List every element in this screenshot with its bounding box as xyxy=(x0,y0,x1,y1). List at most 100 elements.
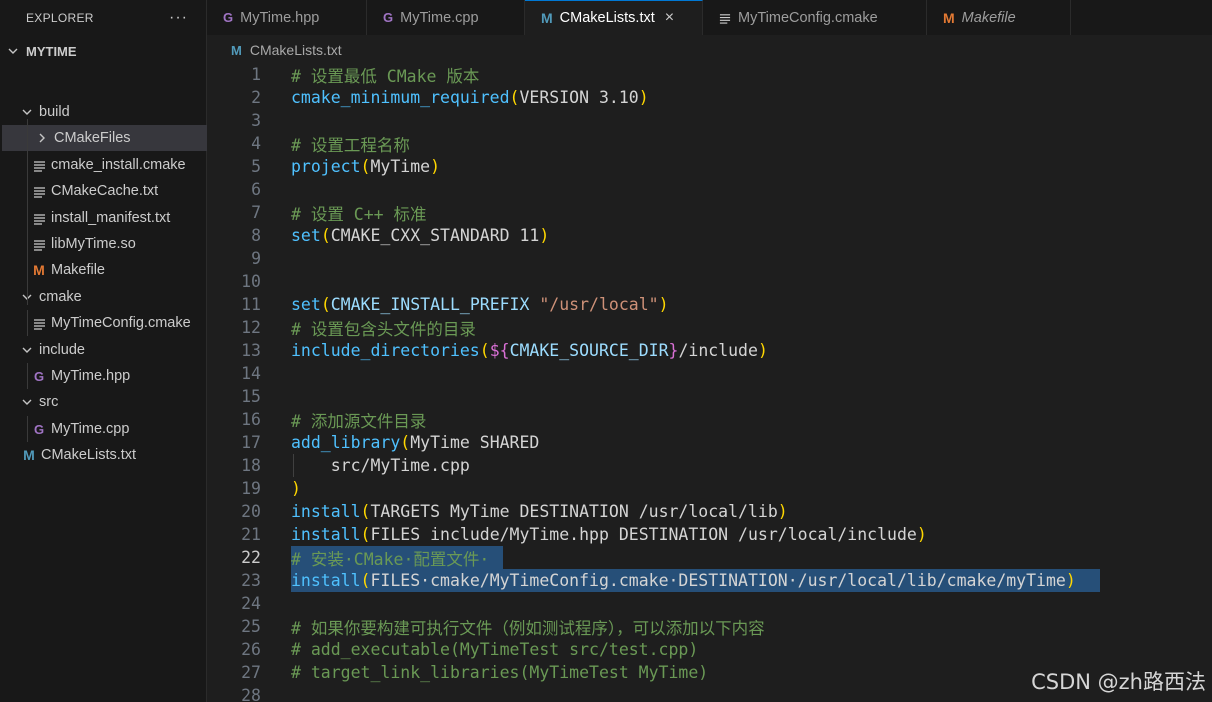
code-text: src/MyTime.cpp xyxy=(291,456,470,475)
code-line[interactable]: 26 # add_executable(MyTimeTest src/test.c… xyxy=(207,638,1212,661)
tree-item-label: build xyxy=(39,104,70,120)
tree-item-src[interactable]: src xyxy=(0,389,207,415)
code-text: install(TARGETS MyTime DESTINATION /usr/… xyxy=(291,502,788,521)
code-line[interactable]: 21 install(FILES include/MyTime.hpp DESTI… xyxy=(207,523,1212,546)
code-text: project(MyTime) xyxy=(291,157,440,176)
line-number: 2 xyxy=(251,88,261,107)
code-line[interactable]: 24 xyxy=(207,592,1212,615)
chevron-right-icon xyxy=(35,132,49,144)
chevron-down-icon xyxy=(20,106,34,118)
tree-item-cmake-install-cmake[interactable]: cmake_install.cmake xyxy=(0,152,207,178)
code-token: install xyxy=(291,502,361,521)
code-token: ${ xyxy=(489,341,510,360)
tree-item-cmake[interactable]: cmake xyxy=(0,284,207,310)
chevron-down-icon xyxy=(20,344,34,356)
tree-item-mytime-cpp[interactable]: G MyTime.cpp xyxy=(0,416,207,442)
code-line[interactable]: 12 # 设置包含头文件的目录 xyxy=(207,316,1212,339)
tree-item-makefile[interactable]: M Makefile xyxy=(0,257,207,283)
code-text: # 添加源文件目录 xyxy=(291,408,426,432)
code-line[interactable]: 1 # 设置最低 CMake 版本 xyxy=(207,63,1212,86)
code-line[interactable]: 2 cmake_minimum_required(VERSION 3.10) xyxy=(207,86,1212,109)
explorer-title: EXPLORER xyxy=(26,10,94,25)
code-line[interactable]: 13 include_directories(${CMAKE_SOURCE_DIR… xyxy=(207,339,1212,362)
code-token: "/usr/local" xyxy=(539,295,659,314)
code-line[interactable]: 5 project(MyTime) xyxy=(207,155,1212,178)
cpp-file-icon: G xyxy=(223,10,234,25)
code-line[interactable]: 4 # 设置工程名称 xyxy=(207,132,1212,155)
code-text: set(CMAKE_INSTALL_PREFIX "/usr/local") xyxy=(291,295,669,314)
code-token: # target_link_libraries(MyTimeTest MyTim… xyxy=(291,663,709,682)
line-number: 9 xyxy=(251,249,261,268)
tree-item-build[interactable]: build xyxy=(0,99,207,125)
code-line[interactable]: 10 xyxy=(207,270,1212,293)
tab-mytime-cpp[interactable]: G MyTime.cpp xyxy=(367,0,525,35)
indent-guide xyxy=(27,363,28,389)
close-icon[interactable]: × xyxy=(665,9,674,27)
cpp-file-icon: G xyxy=(33,421,45,437)
tree-root-mytime[interactable]: MYTIME xyxy=(0,38,207,64)
tree-item-libmytime-so[interactable]: libMyTime.so xyxy=(0,231,207,257)
code-line[interactable]: 6 xyxy=(207,178,1212,201)
code-text: include_directories(${CMAKE_SOURCE_DIR}/… xyxy=(291,341,768,360)
cmake-file-icon: M xyxy=(231,42,242,58)
cpp-file-icon: G xyxy=(383,10,394,25)
code-text: # 设置最低 CMake 版本 xyxy=(291,63,479,87)
line-number: 4 xyxy=(251,134,261,153)
code-line[interactable]: 17 add_library(MyTime SHARED xyxy=(207,431,1212,454)
file-lines-icon xyxy=(30,185,48,198)
code-line[interactable]: 18 src/MyTime.cpp xyxy=(207,454,1212,477)
code-text: install(FILES·cmake/MyTimeConfig.cmake·D… xyxy=(291,571,1076,590)
tree-item-include[interactable]: include xyxy=(0,337,207,363)
code-line[interactable]: 20 install(TARGETS MyTime DESTINATION /us… xyxy=(207,500,1212,523)
tree-item-cmakecache-txt[interactable]: CMakeCache.txt xyxy=(0,178,207,204)
line-number: 7 xyxy=(251,203,261,222)
code-token: ) xyxy=(539,226,550,245)
code-line[interactable]: 9 xyxy=(207,247,1212,270)
code-token: ( xyxy=(509,88,520,107)
code-token: ( xyxy=(400,433,411,452)
code-token: ) xyxy=(757,341,768,360)
tree-item-mytime-hpp[interactable]: G MyTime.hpp xyxy=(0,363,207,389)
code-editor[interactable]: 1 # 设置最低 CMake 版本 2 cmake_minimum_required(… xyxy=(207,63,1212,702)
code-line[interactable]: 23 install(FILES·cmake/MyTimeConfig.cmake… xyxy=(207,569,1212,592)
code-line[interactable]: 3 xyxy=(207,109,1212,132)
tab-label: CMakeLists.txt xyxy=(559,10,655,26)
code-token: # 如果你要构建可执行文件（例如测试程序），可以添加以下内容 xyxy=(291,618,765,638)
line-number: 22 xyxy=(241,548,261,567)
tab-makefile[interactable]: M Makefile xyxy=(927,0,1071,35)
file-lines-icon xyxy=(719,12,731,24)
tab-mytimeconfig-cmake[interactable]: MyTimeConfig.cmake xyxy=(703,0,927,35)
tree-item-cmakefiles[interactable]: CMakeFiles xyxy=(2,125,207,151)
tab-mytime-hpp[interactable]: G MyTime.hpp xyxy=(207,0,367,35)
code-line[interactable]: 14 xyxy=(207,362,1212,385)
code-text: # add_executable(MyTimeTest src/test.cpp… xyxy=(291,640,698,659)
tree-item-install-manifest-txt[interactable]: install_manifest.txt xyxy=(0,205,207,231)
code-line[interactable]: 16 # 添加源文件目录 xyxy=(207,408,1212,431)
more-actions-icon[interactable]: ··· xyxy=(169,9,188,27)
code-token: ) xyxy=(777,502,788,521)
code-line[interactable]: 8 set(CMAKE_CXX_STANDARD 11) xyxy=(207,224,1212,247)
breadcrumb-file[interactable]: CMakeLists.txt xyxy=(250,42,342,58)
makefile-icon: M xyxy=(33,262,45,278)
tree-item-label: install_manifest.txt xyxy=(51,210,171,226)
tree-item-label: MyTime.hpp xyxy=(51,368,131,384)
line-number: 15 xyxy=(241,387,261,406)
code-token: # 设置 C++ 标准 xyxy=(291,204,427,224)
tree-item-cmakelists-txt[interactable]: M CMakeLists.txt xyxy=(0,442,207,468)
code-token: ( xyxy=(320,226,331,245)
code-token: MyTime xyxy=(370,157,431,176)
tree-item-mytimeconfig-cmake[interactable]: MyTimeConfig.cmake xyxy=(0,310,207,336)
code-line[interactable]: 25 # 如果你要构建可执行文件（例如测试程序），可以添加以下内容 xyxy=(207,615,1212,638)
code-line[interactable]: 19) xyxy=(207,477,1212,500)
code-token: ) xyxy=(430,157,441,176)
code-token: ( xyxy=(360,525,371,544)
code-line[interactable]: 15 xyxy=(207,385,1212,408)
code-line[interactable]: 22 # 安装·CMake·配置文件· xyxy=(207,546,1212,569)
tab-cmakelists-txt[interactable]: M CMakeLists.txt × xyxy=(525,0,703,35)
file-lines-icon xyxy=(30,317,48,330)
code-token: # 设置工程名称 xyxy=(291,135,410,155)
code-line[interactable]: 7 # 设置 C++ 标准 xyxy=(207,201,1212,224)
line-number: 21 xyxy=(241,525,261,544)
code-line[interactable]: 11 set(CMAKE_INSTALL_PREFIX "/usr/local") xyxy=(207,293,1212,316)
